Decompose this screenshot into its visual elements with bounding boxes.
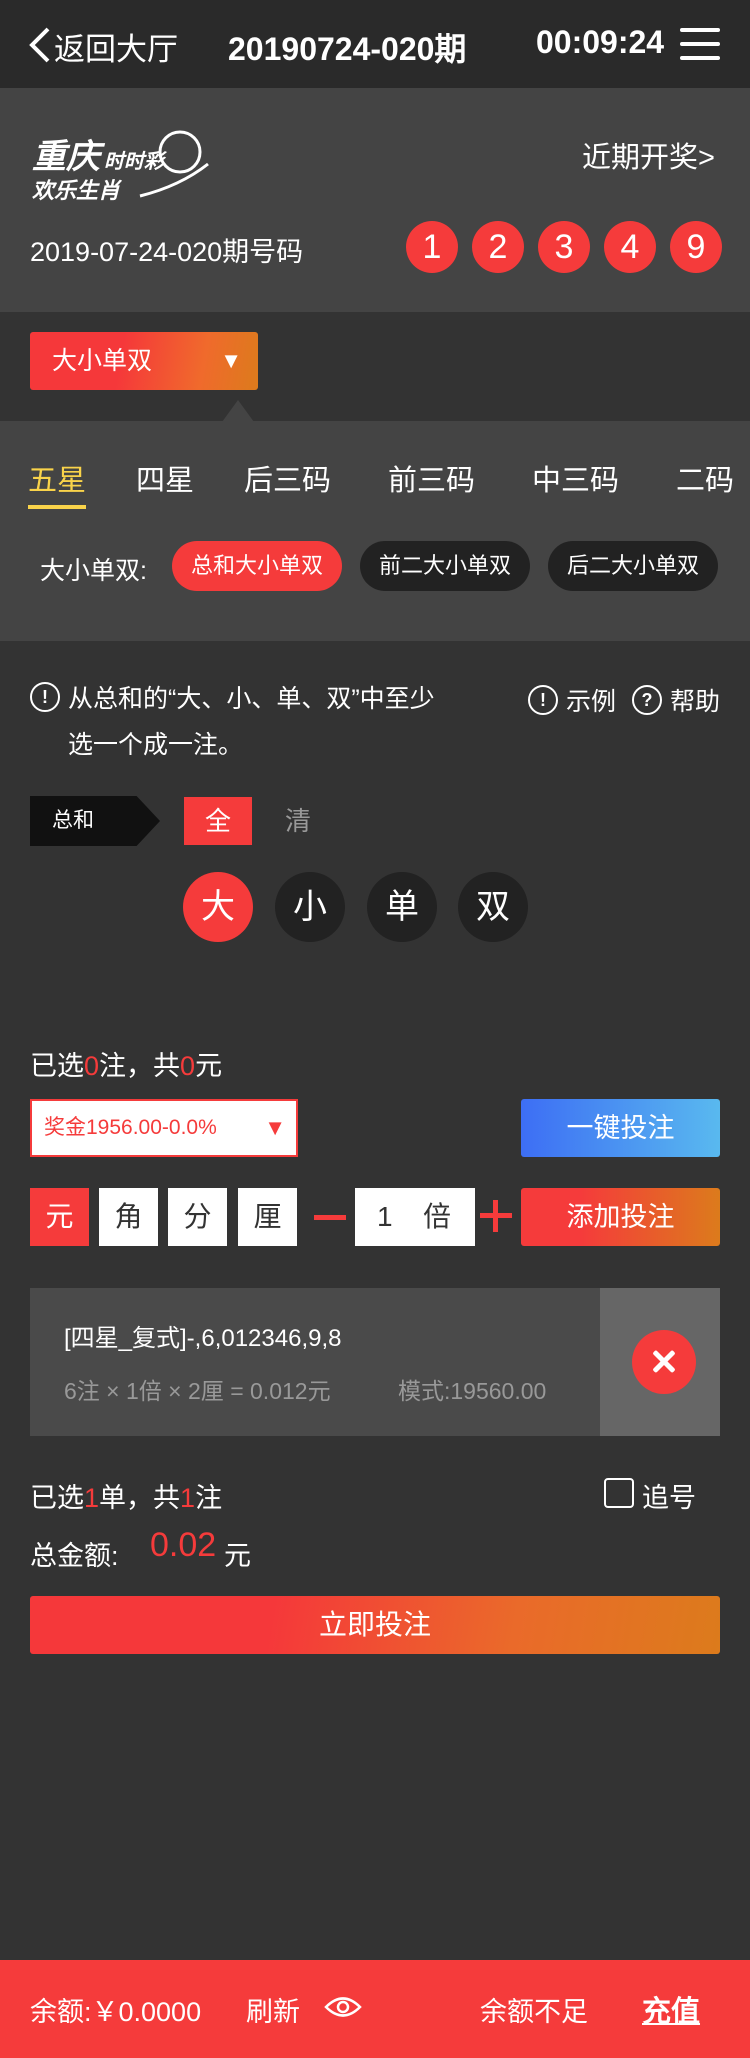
multiplier-input[interactable]: 1 倍 — [355, 1188, 475, 1246]
svg-text:欢乐生肖: 欢乐生肖 — [32, 179, 123, 204]
draw-number-label: 2019-07-24-020期号码 — [30, 237, 304, 267]
svg-text:重庆: 重庆 — [32, 137, 106, 177]
play-tabs-panel: 五星 四星 后三码 前三码 中三码 二码 大小单双: 总和大小单双 前二大小单双… — [0, 421, 750, 641]
bet-list-item: [四星_复式]-,6,012346,9,8 6注 × 1倍 × 2厘 = 0.0… — [30, 1288, 720, 1436]
tab-two-code[interactable]: 二码 — [676, 457, 734, 499]
triangle-down-icon: ▼ — [264, 1115, 286, 1140]
help-label: 帮助 — [670, 688, 721, 716]
draw-ball: 9 — [670, 221, 722, 273]
multiplier-unit: 倍 — [423, 1201, 452, 1232]
recharge-link[interactable]: 充值 — [642, 1988, 700, 2030]
play-hint-text: 从总和的“大、小、单、双”中至少选一个成一注。 — [68, 685, 435, 759]
cqssc-logo: 重庆 时时彩 欢乐生肖 — [32, 130, 209, 204]
sum-row-label: 总和 — [30, 796, 160, 846]
back-to-lobby-link[interactable]: 返回大厅 — [54, 24, 178, 69]
draw-ball: 2 — [472, 221, 524, 273]
lottery-header: 重庆 时时彩 欢乐生肖 近期开奖> 2019-07-24-020期号码 1 2 … — [0, 88, 750, 312]
unit-li[interactable]: 厘 — [238, 1188, 297, 1246]
subplay-last-two-bsoe[interactable]: 后二大小单双 — [548, 541, 718, 591]
tab-first-three[interactable]: 前三码 — [388, 457, 475, 499]
draw-ball: 1 — [406, 221, 458, 273]
one-click-bet-button[interactable]: 一键投注 — [521, 1099, 720, 1157]
info-icon: ! — [528, 685, 558, 715]
bet-title: [四星_复式]-,6,012346,9,8 — [64, 1325, 342, 1352]
chevron-left-icon[interactable] — [28, 26, 52, 64]
option-big[interactable]: 大 — [183, 872, 253, 942]
minus-icon[interactable] — [314, 1215, 346, 1220]
countdown-timer: 00:09:24 — [536, 24, 665, 60]
order-bet-count: 1 — [180, 1483, 196, 1513]
unit-yuan[interactable]: 元 — [30, 1188, 89, 1246]
issue-title: 20190724-020期 — [228, 31, 467, 67]
play-type-label: 大小单双 — [52, 347, 153, 375]
selection-suffix: 元 — [195, 1051, 223, 1081]
order-prefix: 已选 — [30, 1483, 84, 1513]
insufficient-balance-text: 余额不足 — [480, 1997, 588, 2027]
option-odd[interactable]: 单 — [367, 872, 437, 942]
total-amount-label: 总金额: — [30, 1541, 119, 1571]
prize-mode-dropdown[interactable]: 奖金1956.00-0.0% ▼ — [30, 1099, 298, 1157]
tab-last-three[interactable]: 后三码 — [244, 457, 331, 499]
selection-mid: 注，共 — [99, 1051, 181, 1081]
triangle-down-icon: ▼ — [220, 348, 242, 373]
bet-detail: 6注 × 1倍 × 2厘 = 0.012元 — [64, 1378, 331, 1404]
order-count: 1 — [84, 1483, 100, 1513]
unit-jiao[interactable]: 角 — [99, 1188, 158, 1246]
example-label: 示例 — [566, 688, 617, 716]
bet-delete-area — [600, 1288, 720, 1436]
help-link[interactable]: ? 帮助 — [632, 682, 720, 718]
top-nav-bar: 返回大厅 20190724-020期 00:09:24 — [0, 0, 750, 88]
multiplier-value: 1 — [377, 1201, 393, 1232]
select-all-button[interactable]: 全 — [184, 797, 252, 845]
bet-mode: 模式:19560.00 — [398, 1378, 547, 1404]
info-icon: ! — [30, 682, 60, 712]
play-type-dropdown[interactable]: 大小单双 ▼ — [30, 332, 258, 390]
chase-label[interactable]: 追号 — [642, 1476, 696, 1515]
subplay-label: 大小单双: — [40, 557, 147, 585]
total-amount-unit: 元 — [224, 1541, 251, 1571]
place-bet-button[interactable]: 立即投注 — [30, 1596, 720, 1654]
bottom-balance-bar: 余额:￥0.0000 刷新 余额不足 充值 — [0, 1960, 750, 2058]
option-small[interactable]: 小 — [275, 872, 345, 942]
subplay-sum-bsoe[interactable]: 总和大小单双 — [172, 541, 342, 591]
eye-icon[interactable] — [324, 1994, 362, 2020]
chase-checkbox[interactable] — [604, 1478, 634, 1508]
hamburger-menu-icon[interactable] — [680, 28, 720, 60]
refresh-link[interactable]: 刷新 — [246, 1990, 300, 2029]
selected-bet-count: 0 — [84, 1051, 100, 1081]
selection-prefix: 已选 — [30, 1051, 84, 1081]
question-icon: ? — [632, 685, 662, 715]
total-amount-value: 0.02 — [150, 1526, 217, 1564]
draw-ball: 3 — [538, 221, 590, 273]
unit-fen[interactable]: 分 — [168, 1188, 227, 1246]
clear-button[interactable]: 清 — [264, 797, 332, 845]
close-icon[interactable] — [632, 1330, 696, 1394]
add-bet-button[interactable]: 添加投注 — [521, 1188, 720, 1246]
selection-summary: 已选0注，共0元 — [30, 1044, 222, 1083]
prize-mode-label: 奖金1956.00-0.0% — [44, 1116, 217, 1139]
active-tab-indicator — [28, 505, 86, 509]
order-summary: 已选1单，共1注 — [30, 1476, 222, 1515]
dropdown-pointer — [222, 400, 254, 422]
draw-ball: 4 — [604, 221, 656, 273]
option-even[interactable]: 双 — [458, 872, 528, 942]
tab-five-star[interactable]: 五星 — [28, 457, 86, 499]
tab-four-star[interactable]: 四星 — [136, 457, 194, 499]
recent-draws-link[interactable]: 近期开奖> — [582, 134, 715, 176]
balance-text: 余额:￥0.0000 — [30, 1997, 202, 2027]
tab-middle-three[interactable]: 中三码 — [532, 457, 619, 499]
svg-text:时时彩: 时时彩 — [104, 149, 168, 173]
order-mid: 单，共 — [99, 1483, 181, 1513]
subplay-first-two-bsoe[interactable]: 前二大小单双 — [360, 541, 530, 591]
selected-amount: 0 — [180, 1051, 196, 1081]
plus-icon[interactable] — [480, 1200, 512, 1232]
example-link[interactable]: ! 示例 — [528, 682, 616, 718]
order-suffix: 注 — [195, 1483, 223, 1513]
